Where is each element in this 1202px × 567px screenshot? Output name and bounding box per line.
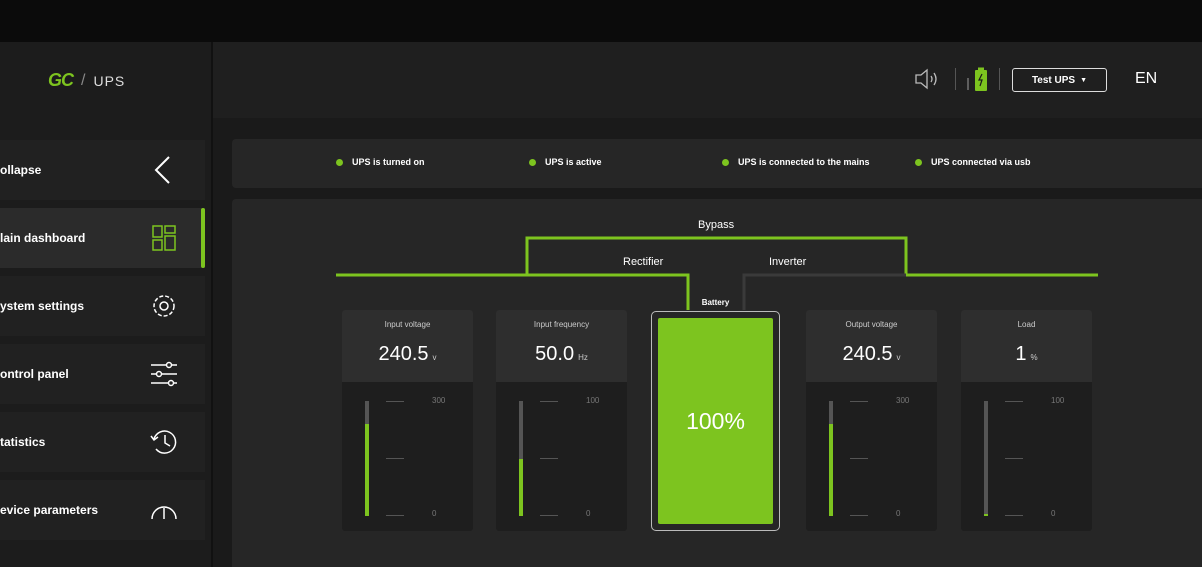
gauge-tick <box>386 401 404 402</box>
sidebar-item-control-panel[interactable]: ontrol panel <box>0 344 205 404</box>
top-strip <box>0 0 1202 42</box>
gauge-track <box>519 401 523 516</box>
sidebar-item-label: ystem settings <box>0 299 85 313</box>
status-dot-icon <box>722 158 729 166</box>
gauge-tick <box>386 515 404 516</box>
gauge-unit: Hz <box>578 353 588 362</box>
gauge-tick <box>540 458 558 459</box>
sidebar-item-label: ollapse <box>0 163 42 177</box>
caret-down-icon: ▼ <box>1080 76 1088 84</box>
rectifier-label: Rectifier <box>623 256 664 268</box>
status-dot-icon <box>915 158 922 166</box>
input-voltage-gauge: Input voltage 240.5 v 300 0 <box>342 310 473 531</box>
gauge-fill <box>829 424 833 516</box>
gauge-fill <box>519 458 523 516</box>
gauge-min: 0 <box>586 509 591 518</box>
status-item: UPS connected via usb <box>915 157 1031 167</box>
brand-slash: / <box>81 71 86 89</box>
sidebar-item-statistics[interactable]: tatistics <box>0 412 205 472</box>
gauge-value-number: 1 <box>1015 343 1027 365</box>
gauge-icon <box>151 506 177 520</box>
gear-icon <box>153 295 175 317</box>
gauge-track <box>365 401 369 516</box>
language-switch[interactable]: EN <box>1135 70 1157 88</box>
speaker-icon[interactable] <box>914 68 942 90</box>
battery-percent: 100% <box>686 408 745 434</box>
gauge-max: 100 <box>1051 396 1065 405</box>
sidebar-item-label: lain dashboard <box>0 231 86 245</box>
gauge-fill <box>365 424 369 516</box>
device-select-value: Test UPS <box>1031 74 1076 86</box>
status-label: UPS is active <box>545 157 602 167</box>
gauge-value: 240.5 v <box>806 343 937 366</box>
gauge-track <box>829 401 833 516</box>
sidebar-item-collapse[interactable]: ollapse <box>0 140 205 200</box>
sidebar-item-label: tatistics <box>0 435 46 449</box>
status-dot-icon <box>336 158 343 166</box>
gauge-tick <box>850 458 868 459</box>
gauge-unit: % <box>1030 353 1038 362</box>
gauge-fill <box>984 514 988 516</box>
gauge-unit: v <box>432 353 437 362</box>
gauge-tick <box>540 515 558 516</box>
header-divider <box>955 68 956 90</box>
chevron-left-icon <box>154 156 170 184</box>
history-icon <box>150 430 177 454</box>
gauge-title: Load <box>1017 320 1036 329</box>
bypass-label: Bypass <box>698 219 735 231</box>
battery-charging-icon <box>967 67 987 91</box>
gauge-unit: v <box>896 353 901 362</box>
gauge-min: 0 <box>896 509 901 518</box>
status-dot-icon <box>529 158 536 166</box>
status-item: UPS is active <box>529 157 602 167</box>
output-voltage-gauge: Output voltage 240.5 v 300 0 <box>806 310 937 531</box>
gauge-max: 100 <box>586 396 600 405</box>
gauge-tick <box>850 401 868 402</box>
gauge-value: 1% <box>961 343 1092 366</box>
gauge-tick <box>850 515 868 516</box>
inverter-label: Inverter <box>769 256 807 268</box>
gauge-min: 0 <box>432 509 437 518</box>
dashboard-icon <box>152 225 176 251</box>
sliders-icon <box>151 361 177 387</box>
gauge-max: 300 <box>432 396 446 405</box>
gauge-value-number: 240.5 <box>842 343 893 365</box>
battery-label: Battery <box>701 298 730 307</box>
gauge-value: 240.5 v <box>342 343 473 366</box>
gauge-tick <box>1005 458 1023 459</box>
input-frequency-gauge: Input frequency 50.0 Hz 100 0 <box>496 310 627 531</box>
status-label: UPS connected via usb <box>931 157 1031 167</box>
load-gauge: Load 1% 100 0 <box>961 310 1092 531</box>
gauge-tick <box>1005 515 1023 516</box>
status-label: UPS is connected to the mains <box>738 157 870 167</box>
status-item: UPS is connected to the mains <box>722 157 870 167</box>
status-label: UPS is turned on <box>352 157 425 167</box>
gauge-tick <box>540 401 558 402</box>
gauge-tick <box>386 458 404 459</box>
sidebar-item-system-settings[interactable]: ystem settings <box>0 276 205 336</box>
sidebar-item-device-parameters[interactable]: evice parameters <box>0 480 205 540</box>
battery-indicator: 100% <box>651 311 780 531</box>
brand-logo[interactable]: GC / UPS <box>48 70 125 91</box>
sidebar-item-label: evice parameters <box>0 503 99 517</box>
sidebar-item-label: ontrol panel <box>0 367 69 381</box>
gauge-title: Input frequency <box>533 320 590 329</box>
sidebar-item-main-dashboard[interactable]: lain dashboard <box>0 208 205 268</box>
gauge-title: Output voltage <box>845 320 898 329</box>
brand-mark: GC <box>48 70 74 90</box>
gauge-value-number: 240.5 <box>378 343 429 365</box>
gauge-track <box>984 401 988 516</box>
gauge-value-number: 50.0 <box>535 343 575 365</box>
gauge-max: 300 <box>896 396 910 405</box>
gauge-title: Input voltage <box>384 320 431 329</box>
header-divider <box>999 68 1000 90</box>
gauge-value: 50.0 Hz <box>496 343 627 366</box>
brand-product: UPS <box>93 72 126 89</box>
gauge-min: 0 <box>1051 509 1056 518</box>
gauge-tick <box>1005 401 1023 402</box>
device-select[interactable]: Test UPS ▼ <box>1012 68 1107 92</box>
status-item: UPS is turned on <box>336 157 425 167</box>
